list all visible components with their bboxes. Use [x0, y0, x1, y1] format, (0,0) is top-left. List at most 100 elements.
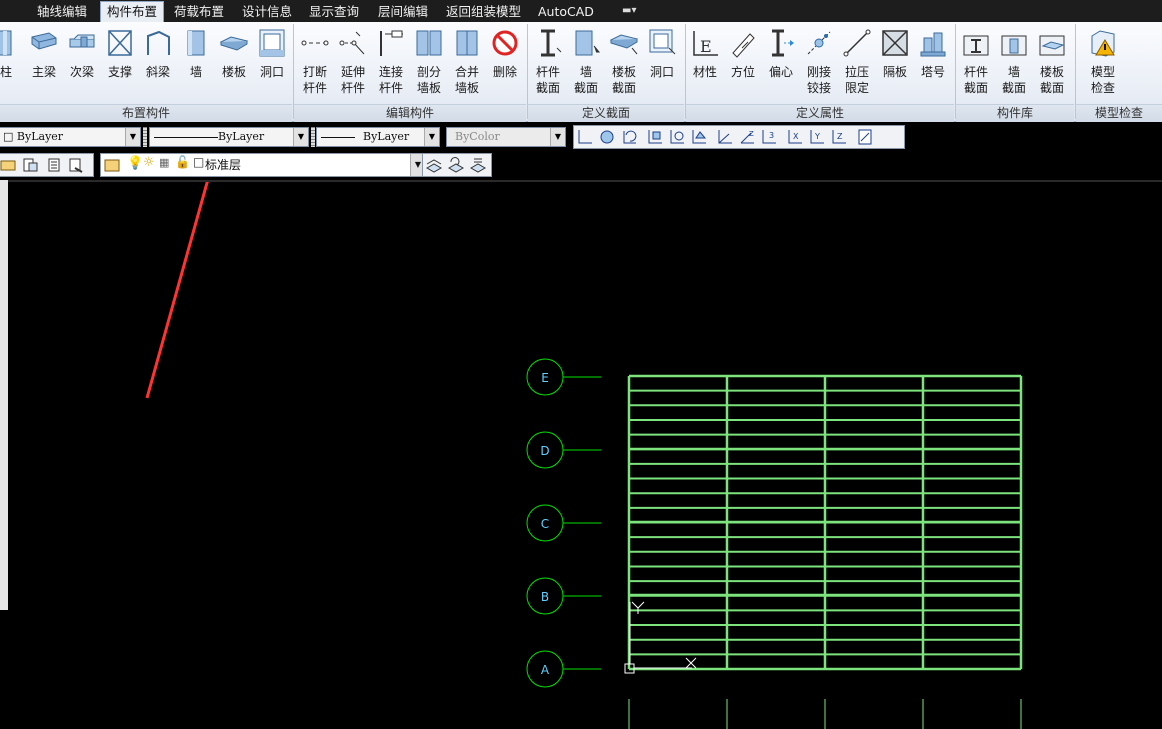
- tower-number-button[interactable]: 塔号: [915, 28, 951, 81]
- merge-wall-button[interactable]: 合并 墙板: [449, 28, 485, 97]
- axis-bubble-A[interactable]: A: [526, 650, 601, 688]
- layer-previous-icon[interactable]: [447, 156, 465, 174]
- toolbar-grip[interactable]: [311, 127, 315, 147]
- layer-isolate-icon[interactable]: [67, 156, 85, 174]
- slant-beam-button[interactable]: 斜梁: [140, 28, 176, 81]
- define-member-section-button[interactable]: 杆件 截面: [530, 28, 566, 97]
- ucs-z-icon[interactable]: Z: [830, 128, 848, 146]
- layer-control[interactable]: 💡 ☼ ▦ 🔓 □ 标准层 ▼: [100, 153, 426, 177]
- hinge-icon: [807, 31, 831, 55]
- axis-bubble-C[interactable]: C: [526, 504, 601, 542]
- layer-tools: [0, 153, 94, 177]
- ucs-toolbar: Z 3 X Y Z: [573, 125, 905, 149]
- library-member-section-button[interactable]: 杆件 截面: [958, 28, 994, 97]
- layer-match-icon[interactable]: [469, 156, 487, 174]
- library-slab-section-button[interactable]: 楼板 截面: [1034, 28, 1070, 97]
- ribbon-minimize-icon[interactable]: ▬▾: [622, 4, 646, 18]
- eccentric-button[interactable]: 偏心: [763, 28, 799, 81]
- define-wall-section-label-1: 墙: [579, 65, 592, 79]
- material-button[interactable]: E 材性: [687, 28, 723, 81]
- tab-member-layout[interactable]: 构件布置: [100, 1, 165, 22]
- layer-properties-icon[interactable]: [0, 156, 17, 174]
- ucs-face-icon[interactable]: [646, 128, 664, 146]
- material-icon: E: [693, 31, 718, 56]
- opening-button[interactable]: 洞口: [254, 28, 290, 81]
- main-beam-label: 主梁: [31, 65, 56, 79]
- tab-autocad[interactable]: AutoCAD: [532, 2, 600, 22]
- ucs-view-icon[interactable]: [690, 128, 708, 146]
- diaphragm-button[interactable]: 隔板: [877, 28, 913, 81]
- layer-state-icon[interactable]: [21, 156, 39, 174]
- lineweight-combo[interactable]: ByLayer ▼: [316, 127, 440, 147]
- sun-icon[interactable]: ☼: [143, 155, 155, 170]
- define-wall-section-button[interactable]: 墙 截面: [568, 28, 604, 97]
- axis-bubble-B[interactable]: B: [526, 577, 601, 615]
- tab-load-layout[interactable]: 荷载布置: [168, 2, 230, 22]
- tab-floor-edit[interactable]: 层间编辑: [372, 2, 434, 22]
- unlock-icon[interactable]: 🔓: [175, 155, 190, 169]
- slant-beam-label: 斜梁: [145, 65, 170, 79]
- define-opening-button[interactable]: 洞口: [644, 28, 680, 81]
- ucs-icon[interactable]: [576, 128, 594, 146]
- wall-button[interactable]: 墙: [178, 28, 214, 81]
- brace-button[interactable]: 支撑: [102, 28, 138, 81]
- layer-color-icon: □: [193, 155, 205, 169]
- rigid-hinge-button[interactable]: 刚接 铰接: [801, 28, 837, 97]
- layer-combo[interactable]: □ ByLayer ▼: [0, 127, 141, 147]
- tab-display-query[interactable]: 显示查询: [303, 2, 365, 22]
- ucs-3point-icon[interactable]: 3: [760, 128, 778, 146]
- slab-button[interactable]: 楼板: [216, 28, 252, 81]
- library-wall-section-button[interactable]: 墙 截面: [996, 28, 1032, 97]
- tab-return-assembly[interactable]: 返回组装模型: [440, 2, 527, 22]
- chevron-down-icon: ▼: [424, 128, 439, 146]
- secondary-beam-icon: [69, 34, 95, 48]
- axis-label-A: A: [541, 663, 550, 677]
- define-slab-section-label-2: 截面: [611, 81, 636, 95]
- connect-member-button[interactable]: 连接 杆件: [373, 28, 409, 97]
- split-wall-button[interactable]: 剖分 墙板: [411, 28, 447, 97]
- ucs-y-icon[interactable]: Y: [808, 128, 826, 146]
- toolbar-grip[interactable]: [143, 127, 147, 147]
- svg-text:Y: Y: [814, 132, 820, 141]
- model-check-label-1: 模型: [1090, 65, 1115, 79]
- linetype-combo[interactable]: ByLayer ▼: [149, 127, 309, 147]
- chevron-down-icon: ▼: [293, 128, 308, 146]
- orientation-button[interactable]: 方位: [725, 28, 761, 81]
- ucs-zaxis-icon[interactable]: Z: [738, 128, 756, 146]
- svg-text:3: 3: [769, 131, 774, 140]
- lightbulb-icon[interactable]: 💡: [127, 156, 143, 171]
- tab-axis-edit[interactable]: 轴线编辑: [31, 2, 93, 22]
- color-combo[interactable]: ByColor ▼: [446, 127, 566, 147]
- axis-bubble-D[interactable]: D: [526, 431, 601, 469]
- make-current-layer-icon[interactable]: [425, 156, 443, 174]
- slab-icon: [219, 36, 249, 51]
- layer-tools-2: [422, 153, 492, 177]
- ucs-origin-icon[interactable]: [716, 128, 734, 146]
- delete-button[interactable]: 删除: [487, 28, 523, 81]
- ucs-previous-icon[interactable]: [620, 128, 638, 146]
- define-slab-section-button[interactable]: 楼板 截面: [606, 28, 642, 97]
- ucs-apply-icon[interactable]: [856, 128, 874, 146]
- viewport-freeze-icon[interactable]: ▦: [159, 156, 169, 169]
- tension-limit-icon: [843, 29, 871, 57]
- ucs-world-icon[interactable]: [598, 128, 616, 146]
- break-member-button[interactable]: 打断 杆件: [297, 28, 333, 97]
- drawing-canvas[interactable]: E D C B A: [8, 180, 1162, 729]
- layer-manager-icon[interactable]: [103, 156, 121, 174]
- model-check-button[interactable]: 模型 检查: [1085, 28, 1121, 97]
- main-beam-button[interactable]: 主梁: [26, 28, 62, 81]
- ucs-x-icon[interactable]: X: [786, 128, 804, 146]
- group-label-place-members: 布置构件: [0, 104, 292, 122]
- tab-design-info[interactable]: 设计信息: [236, 2, 298, 22]
- layer-walk-icon[interactable]: [45, 156, 63, 174]
- axis-bubble-E[interactable]: E: [526, 358, 601, 396]
- column-button[interactable]: 柱: [0, 28, 24, 81]
- orientation-label: 方位: [730, 65, 755, 79]
- linetype-combo-value: ByLayer: [218, 130, 265, 143]
- ucs-object-icon[interactable]: [668, 128, 686, 146]
- secondary-beam-button[interactable]: 次梁: [64, 28, 100, 81]
- extend-member-button[interactable]: 延伸 杆件: [335, 28, 371, 97]
- beam-grid[interactable]: [627, 374, 1023, 729]
- library-member-label-1: 杆件: [963, 65, 988, 79]
- tension-limit-button[interactable]: 拉压 限定: [839, 28, 875, 97]
